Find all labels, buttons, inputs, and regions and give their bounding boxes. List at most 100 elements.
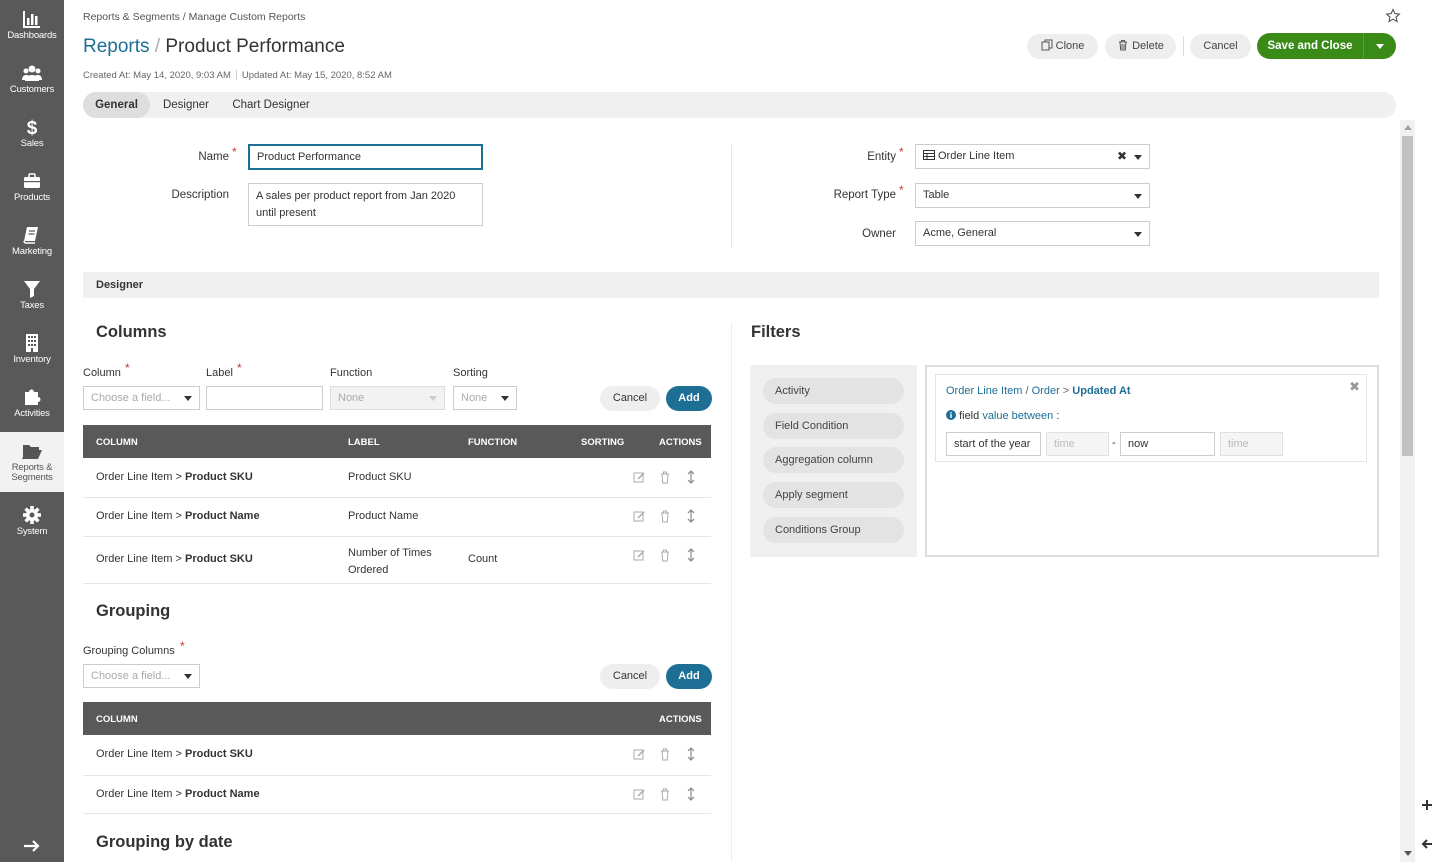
plus-icon[interactable] <box>1421 799 1433 811</box>
close-icon[interactable]: ✖ <box>1349 379 1360 395</box>
nav-customers[interactable]: Customers <box>0 54 64 108</box>
col-header-column[interactable]: COLUMN <box>96 714 138 725</box>
record-meta: Created At: May 14, 2020, 9:03 AM Updated… <box>83 70 392 81</box>
condition-field-path[interactable]: Order Line Item / Order > Updated At <box>946 385 1131 397</box>
trash-icon[interactable] <box>659 509 671 523</box>
scroll-up-arrow[interactable] <box>1404 125 1412 130</box>
drag-handle-icon[interactable] <box>685 470 697 484</box>
scroll-down-arrow[interactable] <box>1404 851 1412 856</box>
col-header-column[interactable]: COLUMN <box>96 437 138 448</box>
edit-icon[interactable] <box>633 747 645 761</box>
col-header-function[interactable]: FUNCTION <box>468 437 517 448</box>
operator-value[interactable]: value between <box>982 410 1053 422</box>
trash-icon[interactable] <box>659 548 671 562</box>
nav-label: Dashboards <box>7 30 57 41</box>
columns-grid-header: COLUMN LABEL FUNCTION SORTING ACTIONS <box>83 425 711 458</box>
filter-item-aggregation-column[interactable]: Aggregation column <box>763 447 904 473</box>
trash-icon[interactable] <box>659 470 671 484</box>
clear-icon[interactable]: ✖ <box>1117 145 1127 168</box>
owner-select[interactable]: Acme, General <box>915 221 1150 246</box>
columns-cancel-button[interactable]: Cancel <box>600 386 660 411</box>
description-textarea[interactable]: A sales per product report from Jan 2020… <box>248 183 483 226</box>
drag-handle-icon[interactable] <box>685 747 697 761</box>
sorting-select[interactable]: None <box>453 386 517 410</box>
columns-heading: Columns <box>96 323 167 341</box>
edit-icon[interactable] <box>633 470 645 484</box>
folder-open-icon <box>22 445 42 459</box>
drag-handle-icon[interactable] <box>685 548 697 562</box>
tab-designer[interactable]: Designer <box>152 92 220 118</box>
trash-icon[interactable] <box>659 787 671 801</box>
row-column-path: Order Line Item > Product SKU <box>96 553 253 565</box>
grouping-add-button[interactable]: Add <box>666 664 712 689</box>
filter-item-conditions-group[interactable]: Conditions Group <box>763 517 904 543</box>
nav-sales[interactable]: $ Sales <box>0 108 64 162</box>
nav-label: Activities <box>14 408 50 419</box>
save-options-dropdown[interactable] <box>1363 33 1396 59</box>
table-row: Order Line Item > Product SKU Product SK… <box>83 458 711 498</box>
designer-column-divider <box>731 322 732 862</box>
nav-activities[interactable]: Activities <box>0 378 64 432</box>
breadcrumb[interactable]: Reports & Segments / Manage Custom Repor… <box>83 11 305 23</box>
cancel-button[interactable]: Cancel <box>1190 34 1251 59</box>
filter-item-apply-segment[interactable]: Apply segment <box>763 482 904 508</box>
drag-handle-icon[interactable] <box>685 509 697 523</box>
nav-reports-segments[interactable]: Reports & Segments <box>0 432 64 492</box>
dollar-icon: $ <box>27 118 38 137</box>
clone-button[interactable]: Clone <box>1027 34 1098 59</box>
title-separator: / <box>154 36 161 57</box>
tab-chart-designer[interactable]: Chart Designer <box>225 92 317 118</box>
report-type-value: Table <box>923 189 950 201</box>
grouping-cancel-button[interactable]: Cancel <box>600 664 660 689</box>
edit-icon[interactable] <box>633 787 645 801</box>
page-scrollbar[interactable] <box>1400 120 1415 862</box>
filter-conditions-dropzone[interactable]: Order Line Item / Order > Updated At fie… <box>925 365 1379 557</box>
col-header-sorting[interactable]: SORTING <box>581 437 624 448</box>
name-input[interactable]: Product Performance <box>248 144 483 170</box>
filter-item-activity[interactable]: Activity <box>763 378 904 404</box>
column-field-select[interactable]: Choose a field... <box>83 386 200 410</box>
filter-item-field-condition[interactable]: Field Condition <box>763 413 904 439</box>
save-and-close-button[interactable]: Save and Close <box>1257 33 1363 59</box>
columns-add-button[interactable]: Add <box>666 386 712 411</box>
grouping-field-select[interactable]: Choose a field... <box>83 664 200 688</box>
description-line: until present <box>256 207 316 219</box>
delete-button[interactable]: Delete <box>1105 34 1176 59</box>
date-to-input[interactable]: now <box>1120 432 1215 456</box>
arrow-left-icon[interactable] <box>1421 838 1433 850</box>
path-separator: > <box>175 510 182 522</box>
nav-inventory[interactable]: Inventory <box>0 324 64 378</box>
path-text: Order <box>1031 385 1060 397</box>
owner-value: Acme, General <box>923 227 997 239</box>
nav-marketing[interactable]: Marketing <box>0 216 64 270</box>
row-column-path: Order Line Item > Product Name <box>96 510 260 522</box>
arrow-right-icon[interactable] <box>22 838 42 854</box>
condition-operator: field value between : <box>946 410 1059 422</box>
nav-taxes[interactable]: Taxes <box>0 270 64 324</box>
star-icon[interactable] <box>1385 8 1401 24</box>
nav-products[interactable]: Products <box>0 162 64 216</box>
tab-general[interactable]: General <box>83 92 150 118</box>
nav-dashboards[interactable]: Dashboards <box>0 0 64 54</box>
report-type-select[interactable]: Table <box>915 183 1150 208</box>
path-text: Order Line Item <box>946 385 1023 397</box>
table-row: Order Line Item > Product SKU Number of … <box>83 537 711 584</box>
operator-suffix: : <box>1056 410 1060 422</box>
edit-icon[interactable] <box>633 509 645 523</box>
title-text: Product Performance <box>165 36 345 57</box>
nav-system[interactable]: System <box>0 496 64 550</box>
trash-icon[interactable] <box>659 747 671 761</box>
grouping-grid-header: COLUMN ACTIONS <box>83 702 711 735</box>
drag-handle-icon[interactable] <box>685 787 697 801</box>
path-field: Product SKU <box>184 471 253 483</box>
sorting-label: Sorting <box>453 367 488 379</box>
info-icon <box>946 410 956 420</box>
edit-icon[interactable] <box>633 548 645 562</box>
col-header-label[interactable]: LABEL <box>348 437 380 448</box>
date-from-input[interactable]: start of the year <box>946 432 1041 456</box>
updated-at: Updated At: May 15, 2020, 8:52 AM <box>241 70 392 81</box>
title-reports-link[interactable]: Reports <box>83 36 150 57</box>
scroll-thumb[interactable] <box>1402 136 1413 456</box>
label-input[interactable] <box>206 386 323 410</box>
entity-select[interactable]: Order Line Item ✖ <box>915 144 1150 169</box>
